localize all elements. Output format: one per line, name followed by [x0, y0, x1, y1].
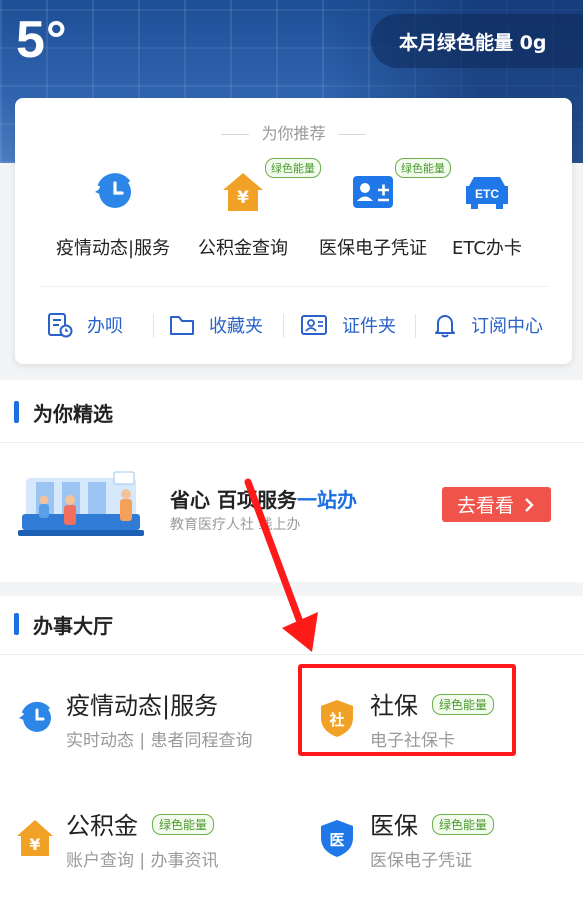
- section-title: 为你精选: [33, 401, 113, 426]
- service-label: 公积金查询: [198, 238, 288, 259]
- service-housing-fund[interactable]: ¥ 绿色能量 公积金查询: [173, 158, 321, 260]
- hall-item-subtitle: 医保电子凭证: [370, 851, 472, 871]
- svg-text:¥: ¥: [29, 835, 40, 854]
- promo-subtitle: 教育医疗人社 线上办: [170, 517, 301, 533]
- hall-item-title: 社保: [370, 692, 418, 720]
- id-card-plus-icon: [351, 170, 395, 214]
- green-energy-tag: 绿色能量: [432, 814, 495, 835]
- quick-link-label: 办呗: [87, 316, 123, 337]
- promo-title-highlight: 一站办: [296, 488, 357, 512]
- quick-link-favorites[interactable]: 收藏夹: [169, 310, 263, 340]
- document-clock-icon: [48, 313, 73, 338]
- svg-text:ETC: ETC: [475, 187, 499, 201]
- recommend-title: 为你推荐: [15, 120, 572, 144]
- hall-item-title: 医保: [370, 812, 418, 840]
- house-yen-icon: ¥: [17, 820, 53, 856]
- service-etc[interactable]: ETC ETC办卡: [417, 170, 557, 260]
- svg-text:医: 医: [329, 831, 344, 849]
- service-epidemic[interactable]: 疫情动态|服务: [43, 170, 183, 260]
- quick-link-label: 证件夹: [342, 316, 396, 337]
- hall-item-epidemic[interactable]: 疫情动态|服务 实时动态 | 患者同程查询: [0, 660, 290, 770]
- hall-item-subtitle: 账户查询 | 办事资讯: [66, 851, 219, 871]
- hall-item-social-security[interactable]: 社 社保 绿色能量 电子社保卡: [300, 660, 583, 770]
- quick-links: 办呗 收藏夹 证件夹 订阅中心: [15, 310, 572, 344]
- service-label: ETC办卡: [452, 238, 522, 259]
- service-label: 疫情动态|服务: [55, 238, 171, 259]
- section-title: 办事大厅: [33, 613, 113, 638]
- quick-link-label: 订阅中心: [471, 316, 543, 337]
- clock-refresh-icon: [19, 701, 51, 732]
- quick-link-banbei[interactable]: 办呗: [47, 310, 123, 340]
- recommend-card: 为你推荐 疫情动态|服务 ¥ 绿色能量 公积金查询 绿色能量 医保电子凭证 ET…: [15, 98, 572, 364]
- folder-icon: [170, 316, 194, 335]
- recommend-services: 疫情动态|服务 ¥ 绿色能量 公积金查询 绿色能量 医保电子凭证 ETC ETC…: [15, 158, 572, 270]
- house-yen-icon: ¥: [221, 170, 265, 214]
- svg-text:社: 社: [328, 711, 344, 729]
- hall-item-title: 公积金: [66, 812, 138, 840]
- service-hall-illustration: [18, 471, 144, 536]
- go-see-button[interactable]: 去看看: [442, 487, 551, 522]
- promo-title: 省心 百项服务一站办: [170, 488, 357, 512]
- temperature: 5°: [16, 11, 68, 69]
- featured-header: 为你精选: [0, 392, 113, 432]
- green-energy-tag: 绿色能量: [152, 814, 215, 835]
- green-energy-button[interactable]: 本月绿色能量 0g: [371, 14, 583, 68]
- chevron-right-icon: [525, 497, 534, 512]
- id-card-icon: [301, 315, 327, 335]
- hall-item-subtitle: 实时动态 | 患者同程查询: [66, 731, 253, 751]
- quick-link-certificates[interactable]: 证件夹: [300, 310, 396, 340]
- hall-header: 办事大厅: [0, 604, 113, 644]
- etc-car-icon: ETC: [463, 170, 511, 214]
- shield-medical-icon: 医: [321, 820, 353, 857]
- quick-link-subscriptions[interactable]: 订阅中心: [433, 310, 543, 340]
- hall-item-housing-fund[interactable]: ¥ 公积金 绿色能量 账户查询 | 办事资讯: [0, 780, 290, 890]
- hall-item-medical-insurance[interactable]: 医 医保 绿色能量 医保电子凭证: [300, 780, 583, 890]
- quick-link-label: 收藏夹: [209, 316, 263, 337]
- clock-refresh-icon: [91, 170, 135, 214]
- bell-icon: [435, 315, 455, 338]
- hall-item-subtitle: 电子社保卡: [370, 731, 455, 751]
- hall-item-title: 疫情动态|服务: [66, 692, 219, 720]
- green-energy-tag: 绿色能量: [432, 694, 495, 715]
- svg-text:¥: ¥: [237, 188, 249, 208]
- shield-social-security-icon: 社: [321, 700, 353, 737]
